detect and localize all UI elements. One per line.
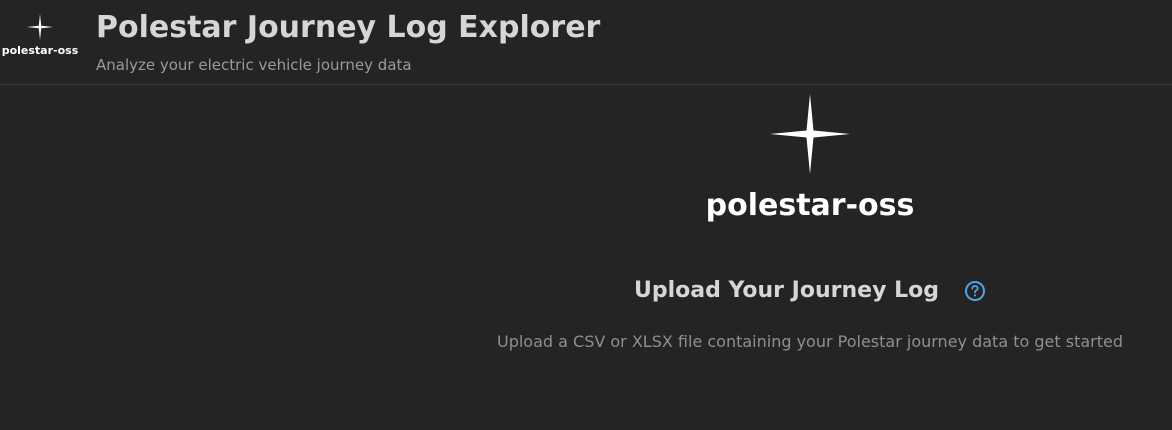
page-title: Polestar Journey Log Explorer (96, 10, 601, 45)
main-content: polestar-oss Upload Your Journey Log Upl… (0, 86, 1172, 430)
upload-description: Upload a CSV or XLSX file containing you… (496, 332, 1123, 351)
app-header: polestar-oss Polestar Journey Log Explor… (0, 0, 1172, 85)
header-logo: polestar-oss (0, 14, 80, 57)
help-circle-icon[interactable] (964, 280, 986, 302)
upload-heading-row: Upload Your Journey Log (478, 278, 1142, 303)
page-subtitle: Analyze your electric vehicle journey da… (96, 56, 412, 74)
header-logo-text: polestar-oss (1, 44, 79, 57)
upload-title: Upload Your Journey Log (633, 278, 939, 303)
brand-logo-text: polestar-oss (705, 188, 915, 223)
polestar-star-icon (770, 94, 850, 174)
polestar-star-icon (27, 14, 53, 40)
